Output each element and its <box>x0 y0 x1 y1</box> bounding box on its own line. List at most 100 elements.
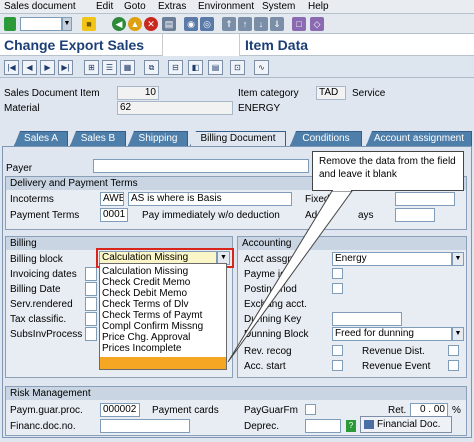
risk-group-title: Risk Management <box>6 387 466 400</box>
dropdown-option[interactable]: Compl Confirm Missng <box>102 321 203 332</box>
texts-icon[interactable]: ▤ <box>208 60 223 75</box>
payer-field[interactable] <box>93 159 309 173</box>
display-icon[interactable]: ⊡ <box>230 60 245 75</box>
tab-sales-b[interactable]: Sales B <box>70 131 126 146</box>
incoterms-text-field[interactable]: AS is where is Basis <box>128 192 292 206</box>
ret-field[interactable]: 0 . 00 <box>410 403 448 417</box>
revenue-event-field[interactable] <box>448 360 459 371</box>
dropdown-option[interactable]: Check Terms of Dlv <box>102 299 189 310</box>
status-icon[interactable]: ◧ <box>188 60 203 75</box>
find-icon[interactable]: ◉ <box>184 17 198 31</box>
next-item-icon[interactable]: ▶ <box>40 60 55 75</box>
dunning-block-dropdown-icon[interactable]: ▼ <box>452 327 464 341</box>
deprec-help-icon[interactable]: ? <box>346 420 356 432</box>
dropdown-option[interactable]: Prices Incomplete <box>102 343 181 354</box>
menu-sales-document[interactable]: Sales document <box>4 0 76 13</box>
print-icon[interactable]: ▤ <box>162 17 176 31</box>
material-field[interactable]: 62 <box>117 101 233 115</box>
save-icon[interactable]: ■ <box>82 17 96 31</box>
deprec-field[interactable] <box>305 419 341 433</box>
subsinvprocess-field[interactable] <box>85 327 97 341</box>
next-page-icon[interactable]: ↓ <box>254 17 268 31</box>
exit-icon[interactable]: ▲ <box>128 17 142 31</box>
menu-help[interactable]: Help <box>308 0 329 13</box>
tab-shipping[interactable]: Shipping <box>128 131 188 146</box>
command-dropdown-icon[interactable]: ▼ <box>62 17 72 31</box>
material-label: Material <box>4 103 40 114</box>
acct-assgn-field[interactable]: Energy <box>332 252 452 266</box>
tab-conditions[interactable]: Conditions <box>290 131 362 146</box>
menu-environment[interactable]: Environment <box>198 0 254 13</box>
dropdown-blank-option-selected[interactable] <box>100 357 226 369</box>
financ-doc-no-field[interactable] <box>100 419 190 433</box>
deprec-label: Deprec. <box>244 421 280 432</box>
paym-guar-proc-field[interactable]: 000002 <box>100 403 140 417</box>
dropdown-option[interactable]: Check Terms of Paymt <box>102 310 202 321</box>
dunning-key-field[interactable] <box>332 312 402 326</box>
tax-classific-label: Tax classific. <box>10 314 67 325</box>
fixed-date-field[interactable] <box>395 192 455 206</box>
cancel-icon[interactable]: ✕ <box>144 17 158 31</box>
copy-icon[interactable]: ⧉ <box>144 60 159 75</box>
menu-edit[interactable]: Edit <box>96 0 113 13</box>
billing-block-label: Billing block <box>10 254 63 265</box>
serv-rendered-field[interactable] <box>85 297 97 311</box>
accounting-group-title: Accounting <box>238 237 466 250</box>
item-overview-icon[interactable]: ☰ <box>102 60 117 75</box>
incoterms-code-field[interactable]: AWB <box>100 192 124 206</box>
payguarfm-field[interactable] <box>305 404 316 415</box>
billing-date-field[interactable] <box>85 282 97 296</box>
menu-goto[interactable]: Goto <box>124 0 146 13</box>
page-title: Change Export Sales <box>4 37 145 53</box>
revenue-dist-label: Revenue Dist. <box>362 346 425 357</box>
item-detail-icon[interactable]: ▦ <box>120 60 135 75</box>
revenue-dist-field[interactable] <box>448 345 459 356</box>
find-next-icon[interactable]: ◎ <box>200 17 214 31</box>
dropdown-option[interactable]: Calculation Missing <box>102 266 188 277</box>
new-session-icon[interactable]: □ <box>292 17 306 31</box>
last-item-icon[interactable]: ▶| <box>58 60 73 75</box>
add-days-field[interactable] <box>395 208 435 222</box>
prev-item-icon[interactable]: ◀ <box>22 60 37 75</box>
enter-icon[interactable] <box>4 17 16 31</box>
last-page-icon[interactable]: ⇓ <box>270 17 284 31</box>
acc-start-field[interactable] <box>332 360 343 371</box>
instruction-callout: Remove the data from the field and leave… <box>312 151 464 191</box>
rev-recog-label: Rev. recog <box>244 346 292 357</box>
back-icon[interactable]: ◀ <box>112 17 126 31</box>
menu-system[interactable]: System <box>262 0 295 13</box>
invoicing-dates-field[interactable] <box>85 267 97 281</box>
rev-recog-field[interactable] <box>332 345 343 356</box>
item-field[interactable]: 10 <box>117 86 159 100</box>
tab-billing-document[interactable]: Billing Document <box>190 131 286 146</box>
header-icon[interactable]: ⊞ <box>84 60 99 75</box>
incoterms-label: Incoterms <box>10 194 54 205</box>
category-field[interactable]: TAD <box>316 86 346 100</box>
shortcut-icon[interactable]: ◇ <box>310 17 324 31</box>
invoicing-dates-label: Invoicing dates <box>10 269 77 280</box>
prev-page-icon[interactable]: ↑ <box>238 17 252 31</box>
fixed-label: Fixed <box>305 194 330 205</box>
posting-period-label: Postin eriod <box>244 284 297 295</box>
first-item-icon[interactable]: |◀ <box>4 60 19 75</box>
financial-doc-button[interactable]: Financial Doc. <box>360 416 452 433</box>
payment-terms-text: Pay immediately w/o deduction <box>142 210 280 221</box>
dunning-block-field[interactable]: Freed for dunning <box>332 327 452 341</box>
acct-assgn-dropdown-icon[interactable]: ▼ <box>452 252 464 266</box>
dropdown-option[interactable]: Check Credit Memo <box>102 277 190 288</box>
posting-period-field[interactable] <box>332 283 343 294</box>
doc-flow-icon[interactable]: ⊟ <box>168 60 183 75</box>
tab-sales-a[interactable]: Sales A <box>14 131 68 146</box>
first-page-icon[interactable]: ⇑ <box>222 17 236 31</box>
chart-icon[interactable]: ∿ <box>254 60 269 75</box>
menu-extras[interactable]: Extras <box>158 0 186 13</box>
dropdown-option[interactable]: Check Debit Memo <box>102 288 187 299</box>
financial-doc-button-label: Financial Doc. <box>377 419 441 430</box>
dropdown-option[interactable]: Price Chg. Approval <box>102 332 190 343</box>
payment-period-field[interactable] <box>332 268 343 279</box>
payment-terms-field[interactable]: 0001 <box>100 208 128 222</box>
tax-classific-field[interactable] <box>85 312 97 326</box>
command-field[interactable] <box>20 17 62 31</box>
payer-label: Payer <box>6 163 33 174</box>
tab-account-assignment[interactable]: Account assignment <box>366 131 472 146</box>
